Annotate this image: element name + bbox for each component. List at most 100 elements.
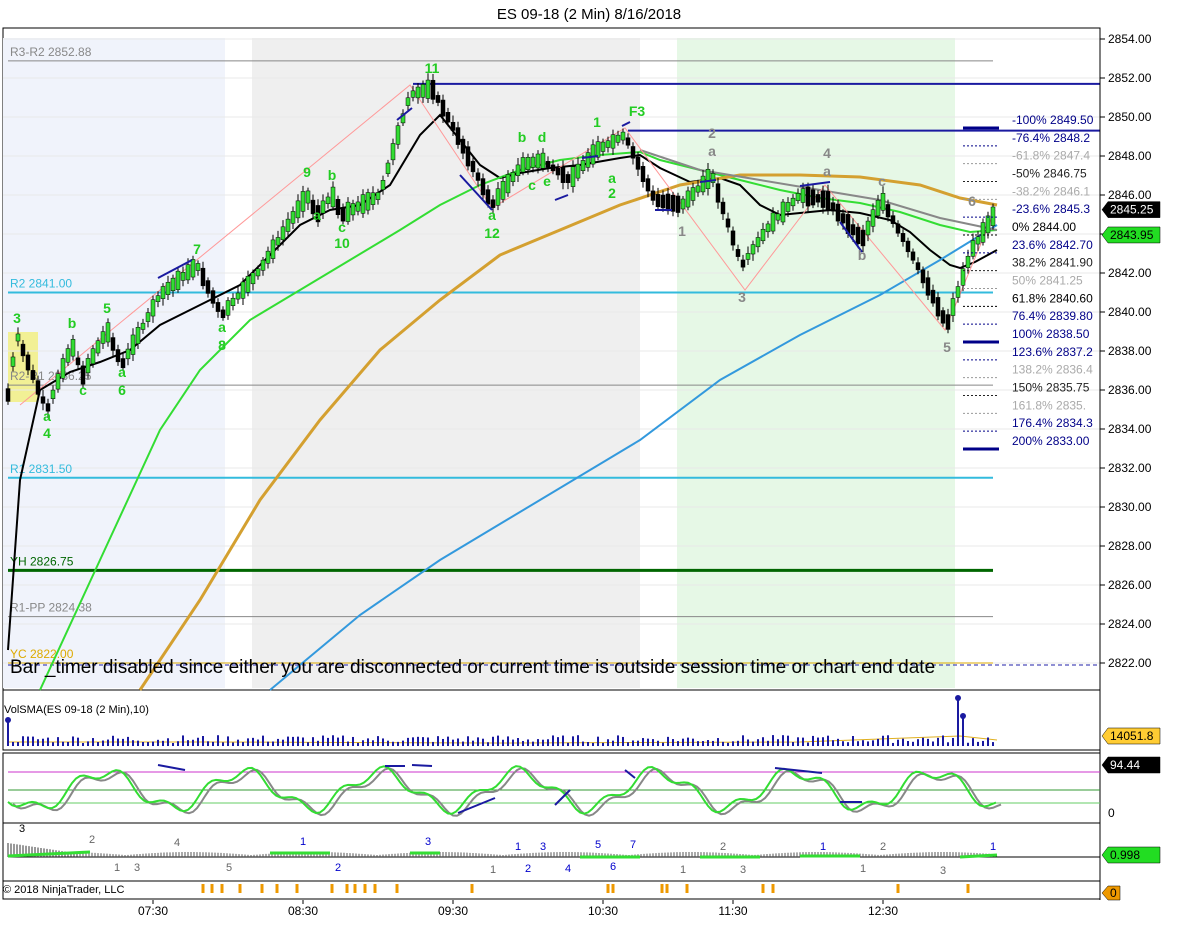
candle-body [615,134,621,143]
candle-body [475,172,481,181]
candle-body [135,327,141,345]
volume-spike-dot [960,713,966,719]
candle-body [465,146,471,167]
candle-body [305,190,311,204]
candle-body [170,277,176,291]
candle-body [345,201,351,222]
axis-tick-label: 2832.00 [1108,461,1152,475]
candle-body [565,174,571,183]
candle-body [25,354,31,371]
pivot-label: R2 2841.00 [10,277,72,291]
candle-body [645,178,651,192]
candle-body [320,200,326,214]
candle-body [95,340,101,354]
event-marker [665,884,669,893]
candle-body [770,212,776,232]
wave-label: 3 [13,310,21,326]
candle-body [980,222,986,243]
wave-label: c [338,219,346,235]
candle-body [930,289,936,304]
candle-body [375,192,381,200]
candle-body [450,121,456,131]
fib-label: -50% 2846.75 [1012,167,1087,181]
candle-body [725,218,731,228]
axis-tick-label: 2838.00 [1108,344,1152,358]
candle-body [755,237,761,248]
candle-body [950,298,956,316]
candle-body [865,220,871,236]
axis-tick-label: 2836.00 [1108,383,1152,397]
candle-body [590,144,596,165]
candle-body [50,389,56,399]
osc-wave-label: 2 [880,841,886,853]
osc-wave-label: 2 [525,863,531,875]
fib-label: 123.6% 2837.2 [1012,345,1093,359]
candle-body [745,253,751,260]
candle-body [650,190,656,201]
candle-body [515,164,521,177]
candle-body [435,95,441,103]
candle-body [235,292,241,300]
time-tick-label: 08:30 [288,904,318,918]
osc-wave-label: 3 [19,823,25,835]
wave-label: 3 [738,289,746,305]
osc-wave-label: 4 [565,863,571,875]
wave-label: a [823,163,831,179]
event-marker [210,884,214,893]
candle-body [535,153,541,169]
axis-tick-label: 2852.00 [1108,71,1152,85]
candle-body [935,297,941,317]
session-shade-morning [252,38,640,688]
candle-body [835,203,841,222]
pivot-label: R1 2831.50 [10,462,72,476]
candle-body [335,199,341,215]
fib-label: 23.6% 2842.70 [1012,238,1093,252]
candle-body [530,156,536,168]
candle-body [480,178,486,196]
candle-body [180,272,186,281]
wave-label: b [328,167,337,183]
candle-body [630,146,636,159]
fib-label: 38.2% 2841.90 [1012,256,1093,270]
wave-label: a [118,364,126,380]
candle-body [700,175,706,193]
fib-label: -23.6% 2845.3 [1012,202,1090,216]
event-marker [966,884,970,893]
event-marker [330,884,334,893]
candle-body [460,138,466,154]
axis-tick-label: 2822.00 [1108,656,1152,670]
candle-body [370,192,376,205]
wave-label: 8 [218,337,226,353]
candle-body [825,191,831,212]
candle-body [750,244,756,255]
wave-label: b [68,315,77,331]
wave-label: 1 [593,114,601,130]
osc-wave-label: 3 [134,862,140,874]
fib-label: 61.8% 2840.60 [1012,291,1093,305]
candle-body [35,380,41,395]
candle-body [365,192,371,211]
axis-tick-label: 2830.00 [1108,500,1152,514]
event-marker [660,884,664,893]
candle-body [740,259,746,268]
volume-spike-dot [955,695,961,701]
candle-body [140,322,146,330]
candle-body [350,203,356,216]
osc-wave-label: 6 [610,861,616,873]
bar-timer-message: Bar _timer disabled since either you are… [10,657,935,678]
event-marker [238,884,242,893]
candle-body [790,197,796,207]
osc-wave-label: 5 [226,862,232,874]
wave-label: 7 [193,241,201,257]
candle-body [900,233,906,242]
osc-signal-line [959,853,998,859]
candle-body [55,373,61,390]
fib-label: 200% 2833.00 [1012,434,1090,448]
time-tick-label: 12:30 [868,904,898,918]
osc-wave-label: 1 [990,841,996,853]
candle-body [5,388,11,402]
candle-body [40,396,46,404]
candle-body [430,79,436,100]
candle-body [910,251,916,261]
candle-body [555,167,561,176]
